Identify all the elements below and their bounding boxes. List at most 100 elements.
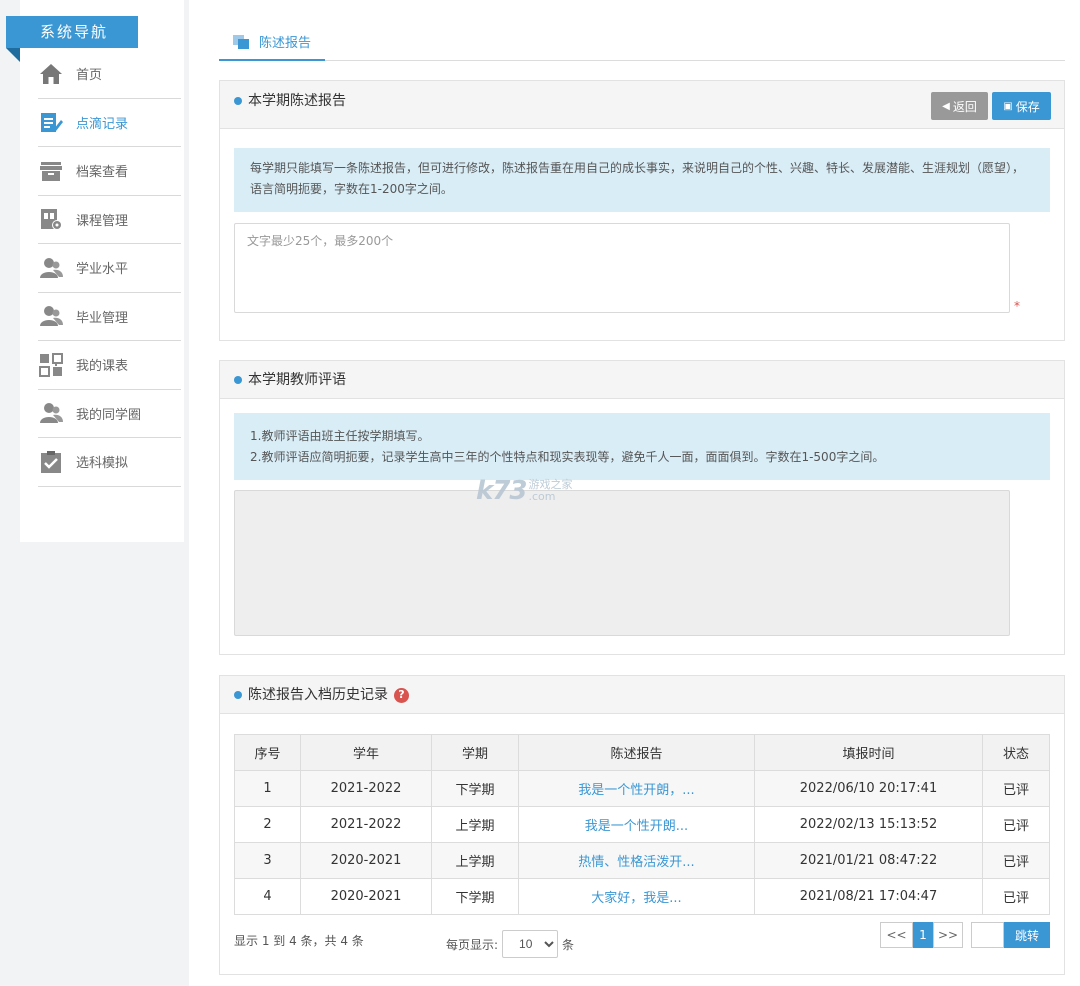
cell-status: 已评 xyxy=(982,770,1050,807)
bullet-icon xyxy=(234,691,242,699)
sidebar-item-home[interactable]: 首页 xyxy=(38,50,181,99)
comment-info-line-2: 2.教师评语应简明扼要，记录学生高中三年的个性特点和现实表现等，避免千人一面，面… xyxy=(250,450,885,464)
comment-info: 1.教师评语由班主任按学期填写。 2.教师评语应简明扼要，记录学生高中三年的个性… xyxy=(234,413,1050,480)
page-size-control: 每页显示: 10 条 xyxy=(446,930,574,958)
pagination: << 1 >> xyxy=(880,922,963,948)
panel-header: 本学期陈述报告 ◀ 返回 ▣ 保存 xyxy=(220,81,1064,129)
page-size-select[interactable]: 10 xyxy=(502,930,559,958)
table-row: 3 2020-2021 上学期 热情、性格活泼开... 2021/01/21 0… xyxy=(234,842,1050,879)
cell-year: 2021-2022 xyxy=(300,770,432,807)
cell-report: 我是一个性开朗... xyxy=(518,806,755,843)
cell-term: 下学期 xyxy=(431,878,519,915)
cell-index: 3 xyxy=(234,842,301,879)
sidebar-item-label: 首页 xyxy=(76,68,103,84)
sidebar-item-archive[interactable]: 档案查看 xyxy=(38,147,181,196)
tab-report[interactable]: 陈述报告 xyxy=(219,24,326,61)
cell-term: 下学期 xyxy=(431,770,519,807)
cell-status: 已评 xyxy=(982,842,1050,879)
table-header-row: 序号 学年 学期 陈述报告 填报时间 状态 xyxy=(234,734,1050,771)
sidebar-item-label: 点滴记录 xyxy=(76,116,129,132)
report-link[interactable]: 大家好，我是... xyxy=(591,891,681,906)
chevron-left-icon: ◀ xyxy=(942,100,950,112)
sidebar-item-label: 选科模拟 xyxy=(76,456,129,472)
user-icon xyxy=(38,400,64,426)
sidebar-nav: 首页 点滴记录 档案查看 课程管理 学业水平 毕业管理 我的课表 我的同学圈 选… xyxy=(38,50,181,487)
column-header: 学年 xyxy=(300,734,432,771)
cell-year: 2020-2021 xyxy=(300,878,432,915)
jump-page-input[interactable] xyxy=(971,922,1004,948)
report-link[interactable]: 我是一个性开朗，... xyxy=(578,783,694,798)
bullet-icon xyxy=(234,376,242,384)
help-icon[interactable]: ? xyxy=(394,687,409,703)
user-icon xyxy=(38,303,64,329)
page-size-suffix: 条 xyxy=(562,937,575,952)
tab-label: 陈述报告 xyxy=(259,36,312,51)
main-content: 陈述报告 本学期陈述报告 ◀ 返回 ▣ 保存 每学期只能填写一条陈述报告，但可进… xyxy=(189,0,1080,986)
cell-report: 我是一个性开朗，... xyxy=(518,770,755,807)
table-row: 2 2021-2022 上学期 我是一个性开朗... 2022/02/13 15… xyxy=(234,806,1050,843)
watermark-subtext-2: .com xyxy=(528,490,556,503)
sidebar-item-label: 我的课表 xyxy=(76,359,129,375)
panel-title: 本学期教师评语 xyxy=(234,361,346,399)
save-icon: ▣ xyxy=(1003,100,1013,112)
sidebar: 系统导航 首页 点滴记录 档案查看 课程管理 学业水平 毕业管理 我的课表 我的… xyxy=(6,0,184,542)
sidebar-item-graduation[interactable]: 毕业管理 xyxy=(38,293,181,341)
cell-report: 大家好，我是... xyxy=(518,878,755,915)
column-header: 学期 xyxy=(431,734,519,771)
panel-header: 陈述报告入档历史记录 ? xyxy=(220,676,1064,714)
clipboard-check-icon xyxy=(38,449,64,475)
course-icon xyxy=(38,206,64,232)
sidebar-title: 系统导航 xyxy=(6,16,138,48)
jump-button[interactable]: 跳转 xyxy=(1004,922,1050,948)
panel-title: 本学期陈述报告 xyxy=(234,81,346,121)
comment-panel: 本学期教师评语 1.教师评语由班主任按学期填写。 2.教师评语应简明扼要，记录学… xyxy=(219,360,1065,655)
required-mark: * xyxy=(1014,299,1020,313)
cell-index: 2 xyxy=(234,806,301,843)
panel-title-text: 本学期陈述报告 xyxy=(248,93,346,109)
home-icon xyxy=(38,61,64,87)
watermark-logo: k73 游戏之家 .com xyxy=(476,476,572,506)
archive-icon xyxy=(38,158,64,184)
sidebar-title-fold xyxy=(6,48,20,62)
page-size-prefix: 每页显示: xyxy=(446,937,499,952)
column-header: 状态 xyxy=(982,734,1050,771)
watermark-subtext: 游戏之家 .com xyxy=(528,479,572,503)
next-page-button[interactable]: >> xyxy=(933,922,963,948)
layers-icon xyxy=(233,34,249,49)
panel-title-text: 陈述报告入档历史记录 xyxy=(248,687,388,703)
current-page-button[interactable]: 1 xyxy=(913,922,933,948)
panel-title: 陈述报告入档历史记录 ? xyxy=(234,676,409,714)
report-panel: 本学期陈述报告 ◀ 返回 ▣ 保存 每学期只能填写一条陈述报告，但可进行修改，陈… xyxy=(219,80,1065,341)
prev-page-button[interactable]: << xyxy=(880,922,913,948)
bullet-icon xyxy=(234,97,242,105)
table-row: 1 2021-2022 下学期 我是一个性开朗，... 2022/06/10 2… xyxy=(234,770,1050,807)
cell-index: 4 xyxy=(234,878,301,915)
report-link[interactable]: 热情、性格活泼开... xyxy=(578,855,694,870)
user-icon xyxy=(38,255,64,281)
sidebar-item-subject-sim[interactable]: 选科模拟 xyxy=(38,438,181,487)
history-table: 序号 学年 学期 陈述报告 填报时间 状态 1 2021-2022 下学期 我是… xyxy=(234,734,1050,915)
report-textarea[interactable] xyxy=(234,223,1010,313)
save-button[interactable]: ▣ 保存 xyxy=(992,92,1051,120)
cell-time: 2022/06/10 20:17:41 xyxy=(754,770,983,807)
sidebar-item-schedule[interactable]: 我的课表 xyxy=(38,341,181,390)
sidebar-item-classmates[interactable]: 我的同学圈 xyxy=(38,390,181,438)
cell-index: 1 xyxy=(234,770,301,807)
tab-bar: 陈述报告 xyxy=(219,24,1065,61)
panel-header: 本学期教师评语 xyxy=(220,361,1064,399)
back-button[interactable]: ◀ 返回 xyxy=(931,92,988,120)
sidebar-item-records[interactable]: 点滴记录 xyxy=(38,99,181,147)
cell-time: 2022/02/13 15:13:52 xyxy=(754,806,983,843)
report-info: 每学期只能填写一条陈述报告，但可进行修改，陈述报告重在用自己的成长事实，来说明自… xyxy=(234,148,1050,212)
cell-term: 上学期 xyxy=(431,842,519,879)
sidebar-item-courses[interactable]: 课程管理 xyxy=(38,196,181,244)
sidebar-item-academic[interactable]: 学业水平 xyxy=(38,244,181,293)
column-header: 陈述报告 xyxy=(518,734,755,771)
schedule-icon xyxy=(38,352,64,378)
cell-year: 2020-2021 xyxy=(300,842,432,879)
edit-icon xyxy=(38,109,64,135)
watermark-text: k73 xyxy=(476,476,527,506)
pagination-info: 显示 1 到 4 条，共 4 条 xyxy=(234,934,364,948)
report-link[interactable]: 我是一个性开朗... xyxy=(585,819,688,834)
panel-title-text: 本学期教师评语 xyxy=(248,372,346,388)
